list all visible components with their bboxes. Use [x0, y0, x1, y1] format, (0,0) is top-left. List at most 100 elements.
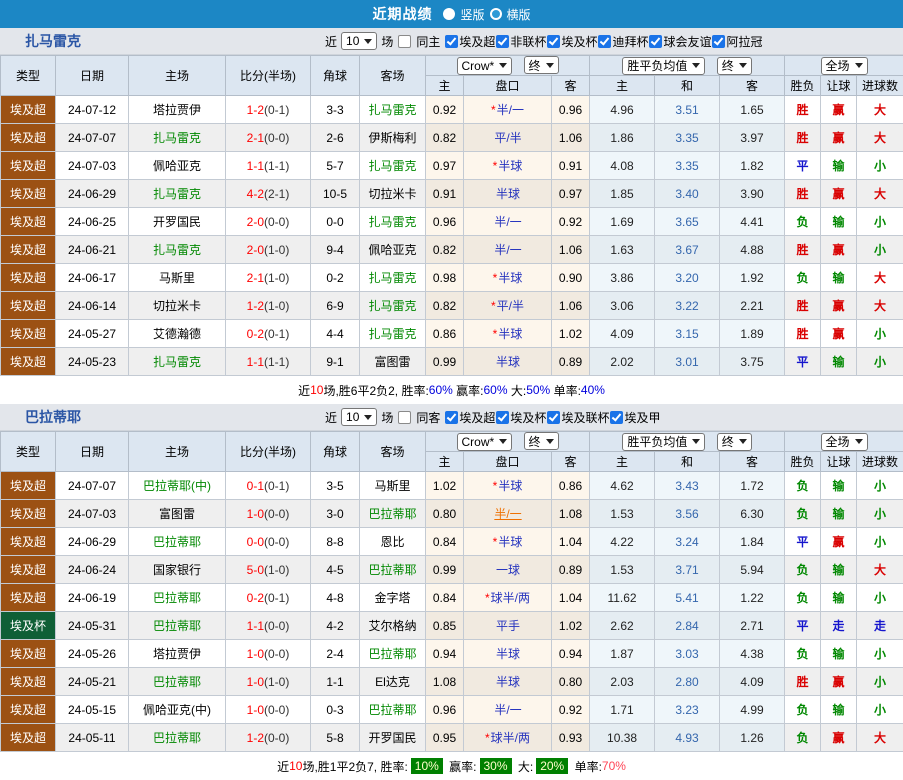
league-checkbox[interactable]	[496, 411, 509, 424]
table-row: 埃及超 24-05-26 塔拉贾伊 1-0(0-0) 2-4 巴拉蒂耶 0.94…	[1, 640, 903, 668]
avg-select[interactable]: 胜平负均值	[622, 433, 705, 451]
home-team: 巴拉蒂耶	[153, 591, 201, 605]
avg-final-select[interactable]: 终	[717, 433, 752, 451]
league-checkbox[interactable]	[649, 35, 662, 48]
league-checkbox[interactable]	[547, 411, 560, 424]
result-win-draw-loss: 胜	[785, 180, 821, 208]
away-team: 扎马雷克	[368, 327, 416, 341]
league-type-badge: 埃及超	[1, 500, 56, 528]
same-venue-checkbox[interactable]	[398, 35, 411, 48]
league-checkbox[interactable]	[496, 35, 509, 48]
score-cell: 1-2(0-1)	[226, 96, 311, 124]
table-row: 埃及超 24-06-17 马斯里 2-1(1-0) 0-2 扎马雷克 0.98 …	[1, 264, 903, 292]
home-team: 艾德瀚德	[153, 327, 201, 341]
avg-final-select[interactable]: 终	[717, 57, 752, 75]
near-label: 近	[325, 33, 337, 50]
home-team: 巴拉蒂耶	[153, 535, 201, 549]
score-cell: 5-0(1-0)	[226, 556, 311, 584]
away-odds: 1.02	[552, 320, 590, 348]
handicap-line: 半球	[496, 355, 520, 369]
league-filter-group: 埃及超埃及杯埃及联杯埃及甲	[444, 409, 660, 426]
avg-draw-odds: 2.84	[655, 612, 720, 640]
handicap-line: 平/半	[494, 131, 521, 145]
handicap-cell: 半/一	[464, 236, 552, 264]
company-select[interactable]: Crow*	[457, 433, 513, 451]
scope-select[interactable]: 全场	[821, 57, 868, 75]
same-venue-checkbox[interactable]	[398, 411, 411, 424]
col-corner: 角球	[311, 432, 360, 472]
halftime-score: (0-0)	[264, 703, 289, 717]
avg-away-odds: 1.26	[720, 724, 785, 752]
league-type-badge: 埃及超	[1, 668, 56, 696]
match-date: 24-07-03	[56, 500, 129, 528]
col-handicap-result: 让球	[821, 76, 857, 96]
league-checkbox[interactable]	[712, 35, 725, 48]
col-home: 主场	[129, 56, 226, 96]
company-select[interactable]: Crow*	[457, 57, 513, 75]
fulltime-score: 2-0	[247, 215, 264, 229]
avg-draw-odds: 3.24	[655, 528, 720, 556]
team-section: 巴拉蒂耶 近 10 场 同客 埃及超埃及杯埃及联杯埃及甲 类型 日期 主场 比分	[0, 404, 903, 780]
league-checkbox[interactable]	[610, 411, 623, 424]
odds-final-select[interactable]: 终	[524, 56, 559, 74]
avg-select[interactable]: 胜平负均值	[622, 57, 705, 75]
handicap-line: 半/一	[497, 103, 524, 117]
handicap-line: 半球	[496, 675, 520, 689]
scope-select[interactable]: 全场	[821, 433, 868, 451]
vertical-layout-label[interactable]: 竖版	[460, 6, 484, 23]
table-row: 埃及超 24-05-21 巴拉蒂耶 1-0(1-0) 1-1 El达克 1.08…	[1, 668, 903, 696]
vertical-layout-radio[interactable]	[443, 8, 455, 20]
avg-draw-odds: 3.01	[655, 348, 720, 376]
horizontal-layout-label[interactable]: 横版	[507, 6, 531, 23]
horizontal-layout-radio[interactable]	[490, 8, 502, 20]
corner-score: 3-3	[311, 96, 360, 124]
result-handicap: 赢	[821, 528, 857, 556]
avg-draw-odds: 3.56	[655, 500, 720, 528]
odds-final-select[interactable]: 终	[524, 432, 559, 450]
match-date: 24-06-24	[56, 556, 129, 584]
col-score: 比分(半场)	[226, 432, 311, 472]
league-checkbox[interactable]	[445, 411, 458, 424]
handicap-cell: 平手	[464, 612, 552, 640]
summary-part: 10%	[411, 758, 443, 774]
match-count-select[interactable]: 10	[341, 32, 377, 50]
match-date: 24-07-07	[56, 472, 129, 500]
halftime-score: (0-0)	[264, 619, 289, 633]
avg-away-odds: 5.94	[720, 556, 785, 584]
chevron-down-icon	[546, 63, 554, 68]
avg-home-odds: 2.02	[590, 348, 655, 376]
avg-home-odds: 1.87	[590, 640, 655, 668]
avg-home-odds: 2.03	[590, 668, 655, 696]
result-win-draw-loss: 平	[785, 152, 821, 180]
table-row: 埃及杯 24-05-31 巴拉蒂耶 1-1(0-0) 4-2 艾尔格纳 0.85…	[1, 612, 903, 640]
match-date: 24-05-21	[56, 668, 129, 696]
avg-away-odds: 6.30	[720, 500, 785, 528]
result-goals: 大	[857, 292, 903, 320]
avg-home-odds: 4.96	[590, 96, 655, 124]
league-checkbox[interactable]	[598, 35, 611, 48]
chevron-down-icon	[692, 63, 700, 68]
summary-part: 大:	[508, 382, 527, 399]
handicap-line: 半球	[498, 159, 522, 173]
away-odds: 0.80	[552, 668, 590, 696]
league-checkbox[interactable]	[547, 35, 560, 48]
match-count-select[interactable]: 10	[341, 408, 377, 426]
league-type-badge: 埃及超	[1, 472, 56, 500]
home-team: 佩哈亚克(中)	[143, 703, 211, 717]
chevron-down-icon	[692, 439, 700, 444]
handicap-line: 半/一	[494, 243, 521, 257]
result-goals: 小	[857, 152, 903, 180]
home-team: 开罗国民	[153, 215, 201, 229]
result-handicap: 赢	[821, 668, 857, 696]
home-odds: 0.98	[426, 264, 464, 292]
handicap-star: *	[485, 731, 490, 745]
score-cell: 1-1(1-1)	[226, 348, 311, 376]
col-away: 客场	[360, 432, 426, 472]
league-checkbox[interactable]	[445, 35, 458, 48]
col-wdl: 胜负	[785, 76, 821, 96]
games-label: 场	[381, 409, 393, 426]
avg-home-odds: 1.85	[590, 180, 655, 208]
league-type-badge: 埃及超	[1, 696, 56, 724]
home-odds: 0.85	[426, 612, 464, 640]
avg-home-odds: 10.38	[590, 724, 655, 752]
